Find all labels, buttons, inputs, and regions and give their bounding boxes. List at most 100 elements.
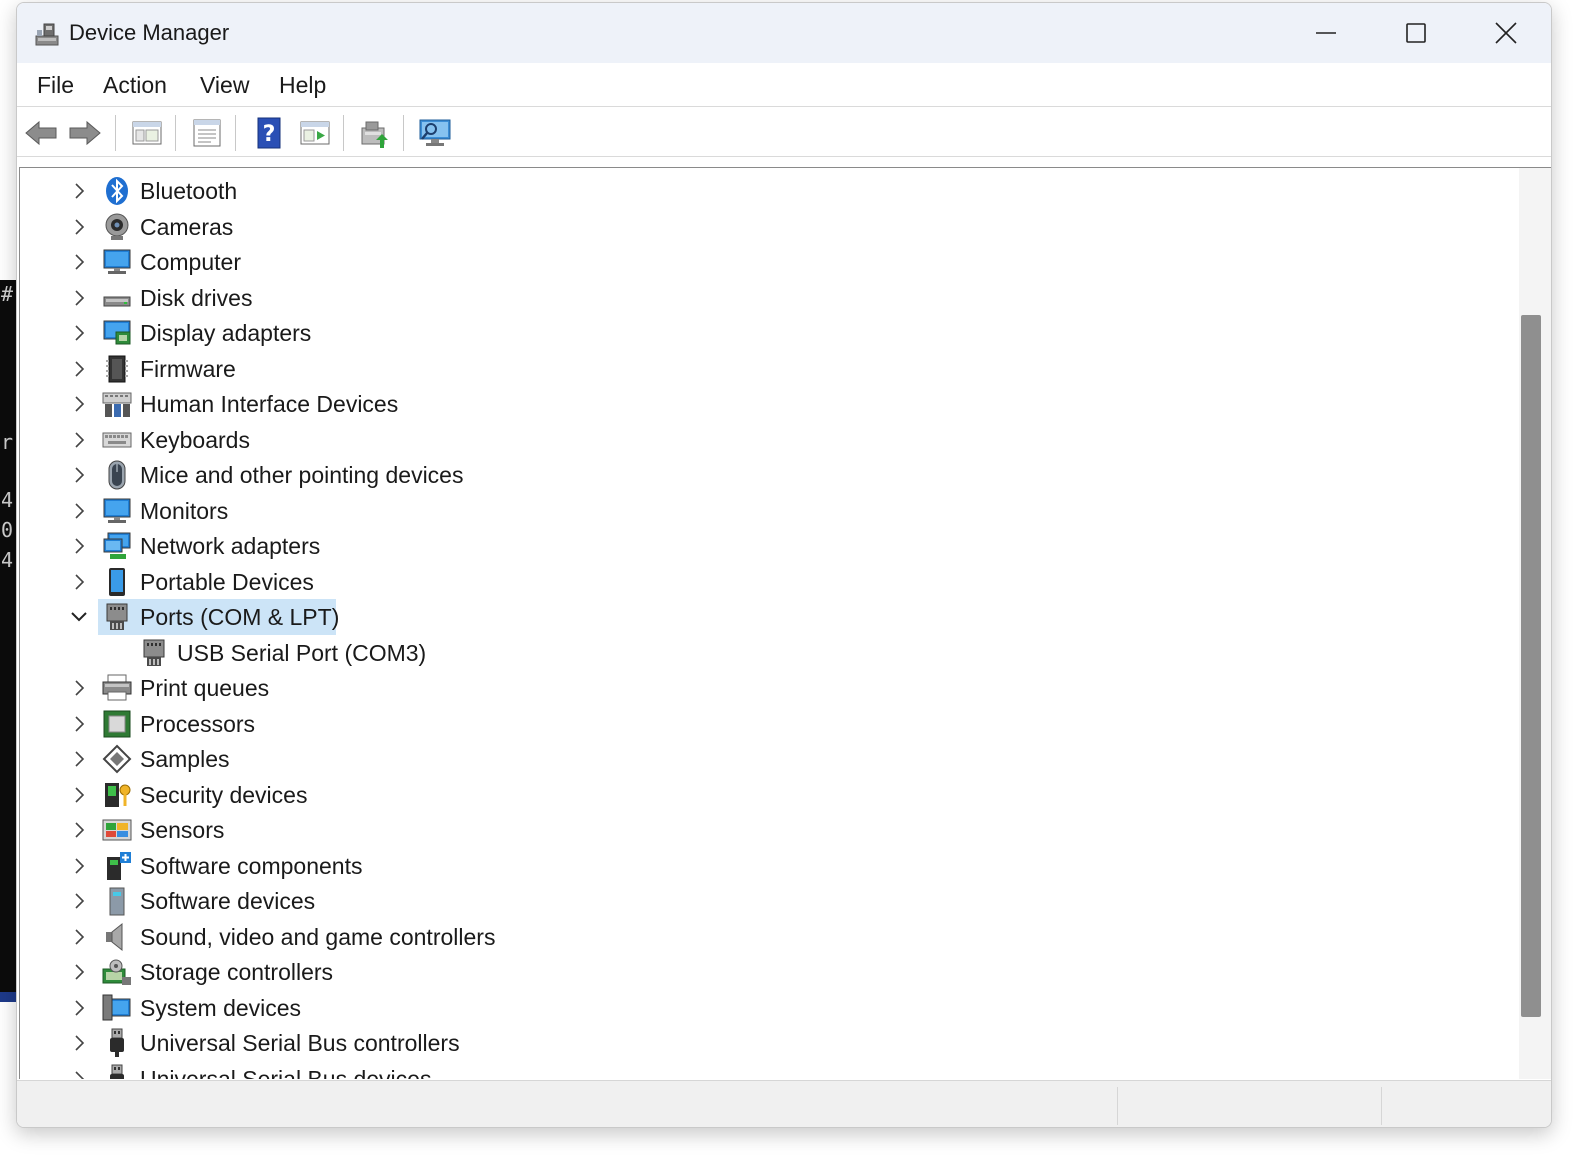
device-category[interactable]: Sensors — [20, 812, 1519, 848]
update-driver-button[interactable] — [357, 116, 393, 150]
properties-button[interactable] — [189, 116, 225, 150]
minimize-button[interactable] — [1281, 3, 1371, 63]
chevron-right-icon[interactable] — [70, 715, 88, 733]
chevron-right-icon[interactable] — [70, 289, 88, 307]
device-category[interactable]: Firmware — [20, 351, 1519, 387]
device-category[interactable]: Security devices — [20, 777, 1519, 813]
storage-controller-icon — [102, 959, 131, 985]
scrollbar-thumb[interactable] — [1521, 315, 1541, 1017]
update-driver-icon — [361, 121, 388, 148]
chevron-right-icon[interactable] — [70, 821, 88, 839]
toolbar-separator — [403, 115, 404, 151]
device-category[interactable]: Samples — [20, 741, 1519, 777]
scan-hardware-button[interactable] — [417, 116, 453, 150]
device-category[interactable]: Universal Serial Bus devices — [20, 1061, 1519, 1080]
device-category[interactable]: Sound, video and game controllers — [20, 919, 1519, 955]
title-bar[interactable]: Device Manager — [17, 3, 1551, 63]
device-category[interactable]: Mice and other pointing devices — [20, 457, 1519, 493]
chevron-right-icon[interactable] — [70, 750, 88, 768]
help-icon: ? — [257, 117, 281, 149]
chevron-right-icon[interactable] — [70, 1034, 88, 1052]
device-label: Universal Serial Bus devices — [140, 1065, 432, 1080]
device-label: Firmware — [140, 355, 236, 382]
display-adapter-icon — [103, 320, 131, 345]
chevron-right-icon[interactable] — [70, 573, 88, 591]
toolbar-separator — [343, 115, 344, 151]
keyboard-icon — [102, 432, 132, 447]
device-category[interactable]: Monitors — [20, 493, 1519, 529]
samples-icon — [102, 744, 132, 774]
terminal-window-edge: # r 4 0 4 — [0, 280, 16, 1000]
chevron-right-icon[interactable] — [70, 1070, 88, 1080]
forward-button[interactable] — [67, 116, 103, 150]
device-category[interactable]: Keyboards — [20, 422, 1519, 458]
device-category[interactable]: Portable Devices — [20, 564, 1519, 600]
device-tree[interactable]: Bluetooth Cameras Computer Disk drives Displ… — [19, 167, 1519, 1079]
device-category[interactable]: Computer — [20, 244, 1519, 280]
toolbar: ? — [17, 107, 1551, 157]
chevron-right-icon[interactable] — [70, 466, 88, 484]
chevron-right-icon[interactable] — [70, 218, 88, 236]
chevron-right-icon[interactable] — [70, 431, 88, 449]
terminal-char: 4 — [1, 488, 14, 512]
device-manager-icon — [35, 23, 59, 46]
menu-help[interactable]: Help — [279, 72, 326, 99]
chevron-right-icon[interactable] — [70, 999, 88, 1017]
device-category[interactable]: Disk drives — [20, 280, 1519, 316]
chevron-right-icon[interactable] — [70, 892, 88, 910]
show-hide-console-tree-button[interactable] — [129, 116, 165, 150]
device-category[interactable]: Cameras — [20, 209, 1519, 245]
device-category[interactable]: Storage controllers — [20, 954, 1519, 990]
device-label: Human Interface Devices — [140, 391, 399, 417]
security-device-icon — [105, 782, 131, 807]
device-label: Keyboards — [140, 426, 250, 453]
device-manager-window: Device Manager File Action View Help ? B… — [16, 2, 1552, 1128]
window-title: Device Manager — [69, 20, 230, 45]
device-category[interactable]: Software components — [20, 848, 1519, 884]
sensor-icon — [102, 819, 132, 841]
device-category[interactable]: Bluetooth — [20, 173, 1519, 209]
port-icon — [106, 603, 128, 630]
device-category[interactable]: Processors — [20, 706, 1519, 742]
show-action-pane-button[interactable] — [297, 116, 333, 150]
mouse-icon — [108, 460, 126, 490]
device-category[interactable]: Universal Serial Bus controllers — [20, 1025, 1519, 1061]
device-category[interactable]: Ports (COM & LPT) — [20, 599, 1519, 635]
chevron-right-icon[interactable] — [70, 928, 88, 946]
device-category[interactable]: System devices — [20, 990, 1519, 1026]
chevron-right-icon[interactable] — [70, 182, 88, 200]
chevron-right-icon[interactable] — [70, 502, 88, 520]
device-category[interactable]: Software devices — [20, 883, 1519, 919]
monitor-icon — [103, 498, 131, 523]
device-item[interactable]: USB Serial Port (COM3) — [20, 635, 1519, 671]
chevron-right-icon[interactable] — [70, 537, 88, 555]
chevron-right-icon[interactable] — [70, 857, 88, 875]
chevron-right-icon[interactable] — [70, 679, 88, 697]
menu-view[interactable]: View — [200, 72, 249, 99]
menu-action[interactable]: Action — [103, 72, 167, 99]
device-category[interactable]: Human Interface Devices — [20, 386, 1519, 422]
chevron-right-icon[interactable] — [70, 253, 88, 271]
usb-icon — [110, 1028, 124, 1057]
maximize-button[interactable] — [1371, 3, 1461, 63]
chevron-down-icon[interactable] — [70, 608, 88, 626]
chevron-right-icon[interactable] — [70, 963, 88, 981]
device-category[interactable]: Display adapters — [20, 315, 1519, 351]
menu-file[interactable]: File — [37, 72, 74, 99]
chevron-right-icon[interactable] — [70, 395, 88, 413]
device-category[interactable]: Print queues — [20, 670, 1519, 706]
chevron-right-icon[interactable] — [70, 786, 88, 804]
chevron-right-icon[interactable] — [70, 324, 88, 342]
device-label: Software components — [140, 852, 363, 879]
help-button[interactable]: ? — [251, 116, 287, 150]
portable-device-icon — [109, 567, 125, 596]
device-category[interactable]: Network adapters — [20, 528, 1519, 564]
terminal-char: # — [1, 282, 14, 306]
disk-drive-icon — [103, 296, 131, 306]
close-button[interactable] — [1461, 3, 1551, 63]
device-label: Disk drives — [140, 284, 253, 311]
status-divider — [1117, 1087, 1118, 1125]
printer-icon — [102, 674, 132, 701]
back-button[interactable] — [23, 116, 59, 150]
chevron-right-icon[interactable] — [70, 360, 88, 378]
